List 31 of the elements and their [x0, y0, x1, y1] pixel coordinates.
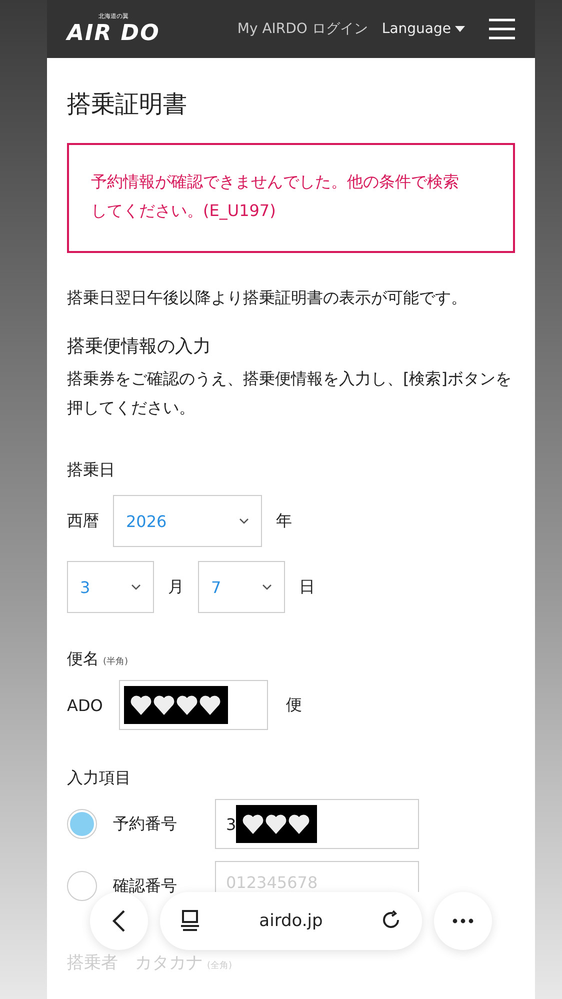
- notice-text: 搭乗日翌日午後以降より搭乗証明書の表示が可能です。: [67, 287, 468, 309]
- back-icon: [112, 909, 126, 933]
- field-label: 便名 (半角): [67, 649, 130, 670]
- chevron-icon: [131, 584, 141, 590]
- tabs-icon[interactable]: [180, 910, 200, 932]
- unit-label: 年: [276, 510, 292, 532]
- more-icon: [452, 918, 474, 924]
- radio-button[interactable]: [67, 871, 97, 901]
- caret-icon: [455, 26, 465, 32]
- error-message: 予約情報が確認できませんでした。他の条件で検索してください。(E_U197): [67, 143, 515, 253]
- radio-button[interactable]: [67, 809, 97, 839]
- logo[interactable]: AIR DO: [67, 21, 160, 46]
- menu-icon[interactable]: [489, 18, 515, 40]
- chevron-icon: [239, 518, 249, 524]
- era-label: 西暦: [67, 510, 99, 532]
- flight-suffix: 便: [286, 694, 302, 716]
- unit-label: 月: [168, 576, 184, 598]
- field-label: 入力項目: [67, 768, 132, 789]
- section-title: 搭乗便情報の入力: [67, 335, 212, 358]
- language-menu[interactable]: Language: [382, 21, 465, 37]
- unit-label: 日: [299, 576, 315, 598]
- login-link[interactable]: My AIRDO ログイン: [237, 20, 368, 38]
- flight-number-field[interactable]: [118, 680, 268, 730]
- field-label: 搭乗日: [67, 460, 116, 481]
- input-field[interactable]: 3: [215, 799, 419, 849]
- chevron-icon: [262, 584, 272, 590]
- flight-prefix: ADO: [67, 696, 103, 714]
- address-bar[interactable]: airdo.jp: [160, 892, 422, 950]
- option-label: 予約番号: [113, 814, 178, 834]
- page-title: 搭乗証明書: [67, 89, 188, 120]
- instruction-text: 搭乗券をご確認のうえ、搭乗便情報を入力し、[検索]ボタンを押してください。: [67, 368, 512, 419]
